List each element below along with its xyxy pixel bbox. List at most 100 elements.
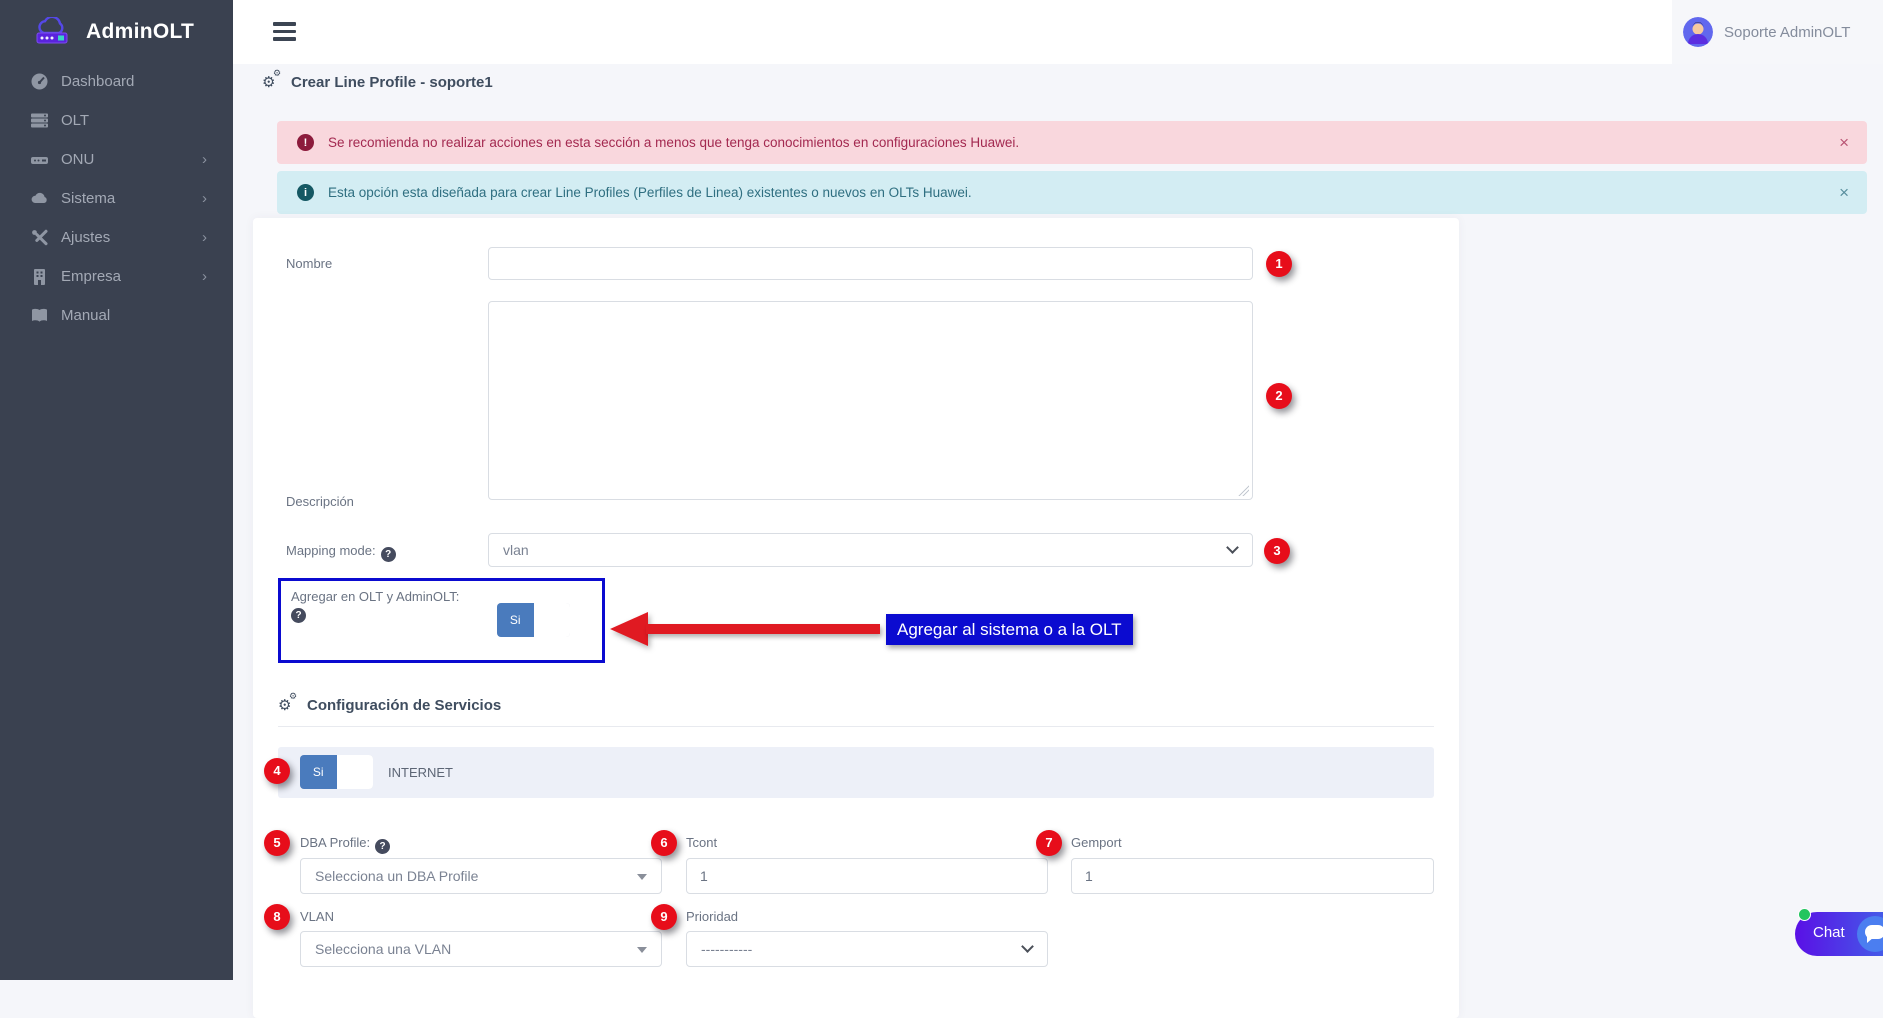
services-heading-text: Configuración de Servicios bbox=[307, 697, 501, 714]
sidebar-item-sistema[interactable]: Sistema › bbox=[0, 179, 233, 218]
sidebar-item-onu[interactable]: ONU › bbox=[0, 140, 233, 179]
dba-profile-label-text: DBA Profile: bbox=[300, 835, 370, 850]
chevron-down-icon bbox=[1021, 940, 1034, 953]
book-icon bbox=[30, 306, 49, 325]
main-content: ⚙⚙ Crear Line Profile - soporte1 ! Se re… bbox=[233, 64, 1883, 980]
alert-info: i Esta opción esta diseñada para crear L… bbox=[277, 171, 1867, 214]
vlan-placeholder: Selecciona una VLAN bbox=[315, 941, 451, 957]
internet-label: INTERNET bbox=[388, 765, 453, 780]
top-header: Soporte AdminOLT bbox=[233, 0, 1883, 64]
olt-server-icon bbox=[30, 111, 49, 130]
chat-bubble-icon bbox=[1857, 916, 1883, 952]
cogs-icon: ⚙⚙ bbox=[262, 73, 282, 91]
help-icon[interactable]: ? bbox=[375, 839, 390, 854]
nombre-input[interactable] bbox=[488, 247, 1253, 280]
dba-profile-select[interactable]: Selecciona un DBA Profile bbox=[300, 858, 662, 894]
sidebar-nav: Dashboard OLT ONU › Sistema › bbox=[0, 62, 233, 335]
sidebar-item-label: Empresa bbox=[61, 268, 121, 285]
caret-down-icon bbox=[637, 947, 647, 953]
divider bbox=[278, 726, 1434, 727]
vlan-select[interactable]: Selecciona una VLAN bbox=[300, 931, 662, 967]
cogs-icon: ⚙⚙ bbox=[278, 696, 298, 714]
dba-profile-label: DBA Profile:? bbox=[300, 835, 390, 854]
tools-icon bbox=[30, 228, 49, 247]
sidebar-item-manual[interactable]: Manual bbox=[0, 296, 233, 335]
line-profile-form-card: Nombre 1 Descripción 2 Mapping mode:? vl… bbox=[253, 218, 1459, 1018]
descripcion-textarea[interactable] bbox=[488, 301, 1253, 500]
resize-handle[interactable] bbox=[1238, 485, 1249, 496]
sidebar-item-ajustes[interactable]: Ajustes › bbox=[0, 218, 233, 257]
logo-text: AdminOLT bbox=[86, 20, 194, 44]
building-icon bbox=[30, 267, 49, 286]
step-badge-2: 2 bbox=[1266, 383, 1292, 409]
chevron-right-icon: › bbox=[202, 230, 207, 245]
chevron-right-icon: › bbox=[202, 269, 207, 284]
logo[interactable]: AdminOLT bbox=[0, 0, 233, 64]
red-arrow-icon bbox=[610, 612, 648, 646]
toggle-off-half bbox=[534, 603, 571, 637]
descripcion-label: Descripción bbox=[286, 494, 354, 509]
prioridad-select[interactable]: ----------- bbox=[686, 931, 1048, 967]
step-badge-3: 3 bbox=[1264, 538, 1290, 564]
chat-button[interactable]: Chat bbox=[1795, 912, 1883, 956]
tcont-label: Tcont bbox=[686, 835, 717, 850]
step-badge-6: 6 bbox=[651, 830, 677, 856]
step-badge-8: 8 bbox=[264, 904, 290, 930]
online-status-dot bbox=[1798, 908, 1811, 921]
prioridad-label: Prioridad bbox=[686, 909, 738, 924]
caret-down-icon bbox=[637, 874, 647, 880]
close-icon[interactable]: × bbox=[1839, 133, 1849, 153]
mapping-mode-label: Mapping mode:? bbox=[286, 543, 396, 562]
nombre-label: Nombre bbox=[286, 256, 332, 271]
exclamation-circle-icon: ! bbox=[297, 134, 314, 151]
sidebar-item-label: OLT bbox=[61, 112, 89, 129]
chevron-down-icon bbox=[1226, 541, 1239, 554]
dashboard-icon bbox=[30, 72, 49, 91]
tcont-input[interactable] bbox=[686, 858, 1048, 894]
sidebar-item-empresa[interactable]: Empresa › bbox=[0, 257, 233, 296]
sidebar-item-olt[interactable]: OLT bbox=[0, 101, 233, 140]
sidebar-item-dashboard[interactable]: Dashboard bbox=[0, 62, 233, 101]
services-heading: ⚙⚙ Configuración de Servicios bbox=[278, 696, 501, 714]
mapping-mode-label-text: Mapping mode: bbox=[286, 543, 376, 558]
menu-toggle-icon[interactable] bbox=[273, 22, 296, 41]
step-badge-9: 9 bbox=[651, 904, 677, 930]
cloud-icon bbox=[30, 189, 49, 208]
info-circle-icon: i bbox=[297, 184, 314, 201]
red-arrow-body bbox=[646, 624, 880, 634]
user-name: Soporte AdminOLT bbox=[1724, 24, 1850, 41]
annotation-label: Agregar al sistema o a la OLT bbox=[886, 614, 1133, 645]
chevron-right-icon: › bbox=[202, 191, 207, 206]
agregar-toggle[interactable]: Si bbox=[497, 603, 570, 637]
sidebar-item-label: Manual bbox=[61, 307, 110, 324]
internet-toggle[interactable]: Si bbox=[300, 755, 373, 789]
avatar bbox=[1683, 17, 1713, 47]
page-title: ⚙⚙ Crear Line Profile - soporte1 bbox=[262, 73, 493, 91]
sidebar: AdminOLT Dashboard OLT ONU › bbox=[0, 0, 233, 980]
vlan-label: VLAN bbox=[300, 909, 334, 924]
sidebar-item-label: Dashboard bbox=[61, 73, 134, 90]
toggle-on-label: Si bbox=[497, 603, 534, 637]
sidebar-item-label: ONU bbox=[61, 151, 94, 168]
gemport-input[interactable] bbox=[1071, 858, 1434, 894]
mapping-mode-select[interactable]: vlan bbox=[488, 533, 1253, 567]
user-menu[interactable]: Soporte AdminOLT bbox=[1672, 0, 1883, 64]
toggle-on-label: Si bbox=[300, 755, 337, 789]
gemport-label: Gemport bbox=[1071, 835, 1122, 850]
help-icon[interactable]: ? bbox=[291, 608, 306, 623]
chevron-right-icon: › bbox=[202, 152, 207, 167]
alert-danger-text: Se recomienda no realizar acciones en es… bbox=[328, 135, 1019, 150]
alert-danger: ! Se recomienda no realizar acciones en … bbox=[277, 121, 1867, 164]
sidebar-item-label: Sistema bbox=[61, 190, 115, 207]
dba-profile-placeholder: Selecciona un DBA Profile bbox=[315, 868, 478, 884]
prioridad-value: ----------- bbox=[701, 941, 752, 957]
step-badge-4: 4 bbox=[264, 758, 290, 784]
close-icon[interactable]: × bbox=[1839, 183, 1849, 203]
help-icon[interactable]: ? bbox=[381, 547, 396, 562]
step-badge-5: 5 bbox=[264, 830, 290, 856]
toggle-off-half bbox=[337, 755, 374, 789]
alert-info-text: Esta opción esta diseñada para crear Lin… bbox=[328, 185, 972, 200]
sidebar-item-label: Ajustes bbox=[61, 229, 110, 246]
step-badge-7: 7 bbox=[1036, 830, 1062, 856]
mapping-mode-value: vlan bbox=[503, 542, 529, 558]
